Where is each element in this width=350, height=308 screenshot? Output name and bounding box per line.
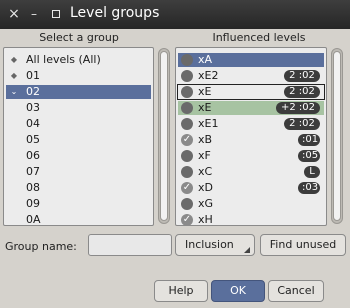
- level-item[interactable]: xE1 2 :02: [178, 117, 324, 131]
- cancel-button[interactable]: Cancel: [268, 280, 324, 302]
- group-item-label: 06: [26, 149, 40, 162]
- level-item[interactable]: xC L: [178, 165, 324, 179]
- group-list-scroll-thumb[interactable]: [160, 51, 168, 221]
- group-item-label: 02: [26, 85, 40, 98]
- checked-circle-icon[interactable]: ✓: [181, 182, 193, 194]
- group-name-label: Group name:: [5, 240, 77, 253]
- group-item-label: 05: [26, 133, 40, 146]
- level-item[interactable]: xE 2 :02: [177, 84, 325, 100]
- level-item[interactable]: xA: [178, 53, 324, 67]
- level-item-label: xE1: [198, 117, 219, 130]
- group-item[interactable]: ◆ All levels (All): [6, 53, 151, 67]
- radio-dot-icon[interactable]: [181, 70, 193, 82]
- title-bar: × – Level groups: [0, 0, 350, 29]
- group-item-label: 01: [26, 69, 40, 82]
- level-item-label: xE: [198, 85, 212, 98]
- group-item[interactable]: ◆ 01: [6, 69, 151, 83]
- close-icon[interactable]: ×: [6, 6, 22, 22]
- group-item[interactable]: 06: [6, 149, 151, 163]
- level-item-label: xG: [198, 197, 214, 210]
- maximize-icon[interactable]: [48, 6, 64, 22]
- group-item[interactable]: 0A: [6, 213, 151, 226]
- levels-list-scrollbar[interactable]: [331, 48, 343, 224]
- level-item-label: xD: [198, 181, 213, 194]
- dropdown-corner-icon: [244, 247, 250, 253]
- checked-circle-icon[interactable]: ✓: [181, 214, 193, 225]
- expand-arrow-icon: ⌄: [10, 87, 18, 96]
- levels-list-scroll-thumb[interactable]: [333, 51, 341, 221]
- group-item-label: 04: [26, 117, 40, 130]
- level-item[interactable]: xF :05: [178, 149, 324, 163]
- group-item-label: 03: [26, 101, 40, 114]
- group-list-scrollbar[interactable]: [158, 48, 170, 224]
- radio-dot-icon[interactable]: [181, 86, 193, 98]
- group-item-label: 07: [26, 165, 40, 178]
- level-item[interactable]: xE2 2 :02: [178, 69, 324, 83]
- group-item[interactable]: 09: [6, 197, 151, 211]
- level-item[interactable]: ✓ xH: [178, 213, 324, 226]
- group-marker-icon: ◆: [10, 71, 18, 80]
- radio-dot-icon[interactable]: [181, 102, 193, 114]
- level-item-label: xA: [198, 53, 213, 66]
- group-item[interactable]: 05: [6, 133, 151, 147]
- level-badge: 2 :02: [284, 86, 320, 98]
- group-marker-icon: ◆: [10, 55, 18, 64]
- group-item[interactable]: ⌄ 02: [6, 85, 151, 99]
- window-title: Level groups: [70, 5, 160, 21]
- level-item[interactable]: ✓ xD :03: [178, 181, 324, 195]
- group-item[interactable]: 04: [6, 117, 151, 131]
- find-unused-button[interactable]: Find unused: [260, 234, 346, 256]
- influenced-levels-header: Influenced levels: [212, 31, 306, 44]
- level-badge: +2 :02: [276, 102, 320, 114]
- level-badge: :01: [298, 134, 320, 146]
- level-groups-window: × – Level groups Select a group Influenc…: [0, 0, 350, 308]
- radio-dot-icon[interactable]: [181, 118, 193, 130]
- group-item-label: 08: [26, 181, 40, 194]
- help-button[interactable]: Help: [154, 280, 208, 302]
- influenced-levels-list[interactable]: xA xE2 2 :02 xE 2 :02 xE +2 :02 xE1 2 :02 ✓ xB :01 x…: [175, 47, 327, 226]
- group-item-label: 0A: [26, 213, 41, 226]
- inclusion-label: Inclusion: [185, 238, 234, 251]
- group-item-label: 09: [26, 197, 40, 210]
- group-item-label: All levels (All): [26, 53, 101, 66]
- level-badge: 2 :02: [284, 118, 320, 130]
- group-item[interactable]: 07: [6, 165, 151, 179]
- level-badge: :03: [298, 182, 320, 194]
- inclusion-dropdown[interactable]: Inclusion: [175, 234, 255, 256]
- checked-circle-icon[interactable]: ✓: [181, 134, 193, 146]
- select-group-header: Select a group: [39, 31, 119, 44]
- ok-button[interactable]: OK: [211, 280, 265, 302]
- minimize-icon[interactable]: –: [26, 6, 42, 22]
- level-badge: 2 :02: [284, 70, 320, 82]
- radio-dot-icon[interactable]: [181, 150, 193, 162]
- level-badge: L: [304, 166, 320, 178]
- radio-dot-icon[interactable]: [181, 166, 193, 178]
- level-badge: :05: [298, 150, 320, 162]
- level-item[interactable]: xG: [178, 197, 324, 211]
- level-item-label: xC: [198, 165, 213, 178]
- radio-dot-icon[interactable]: [181, 54, 193, 66]
- level-item[interactable]: xE +2 :02: [178, 101, 324, 115]
- group-list[interactable]: ◆ All levels (All) ◆ 01 ⌄ 02 03 04 05 06 07 08 09 0A: [3, 47, 154, 226]
- level-item-label: xE: [198, 101, 212, 114]
- level-item-label: xF: [198, 149, 211, 162]
- level-item-label: xH: [198, 213, 213, 226]
- group-item[interactable]: 08: [6, 181, 151, 195]
- group-name-input[interactable]: [88, 234, 172, 256]
- radio-dot-icon[interactable]: [181, 198, 193, 210]
- level-item[interactable]: ✓ xB :01: [178, 133, 324, 147]
- group-item[interactable]: 03: [6, 101, 151, 115]
- level-item-label: xB: [198, 133, 213, 146]
- level-item-label: xE2: [198, 69, 219, 82]
